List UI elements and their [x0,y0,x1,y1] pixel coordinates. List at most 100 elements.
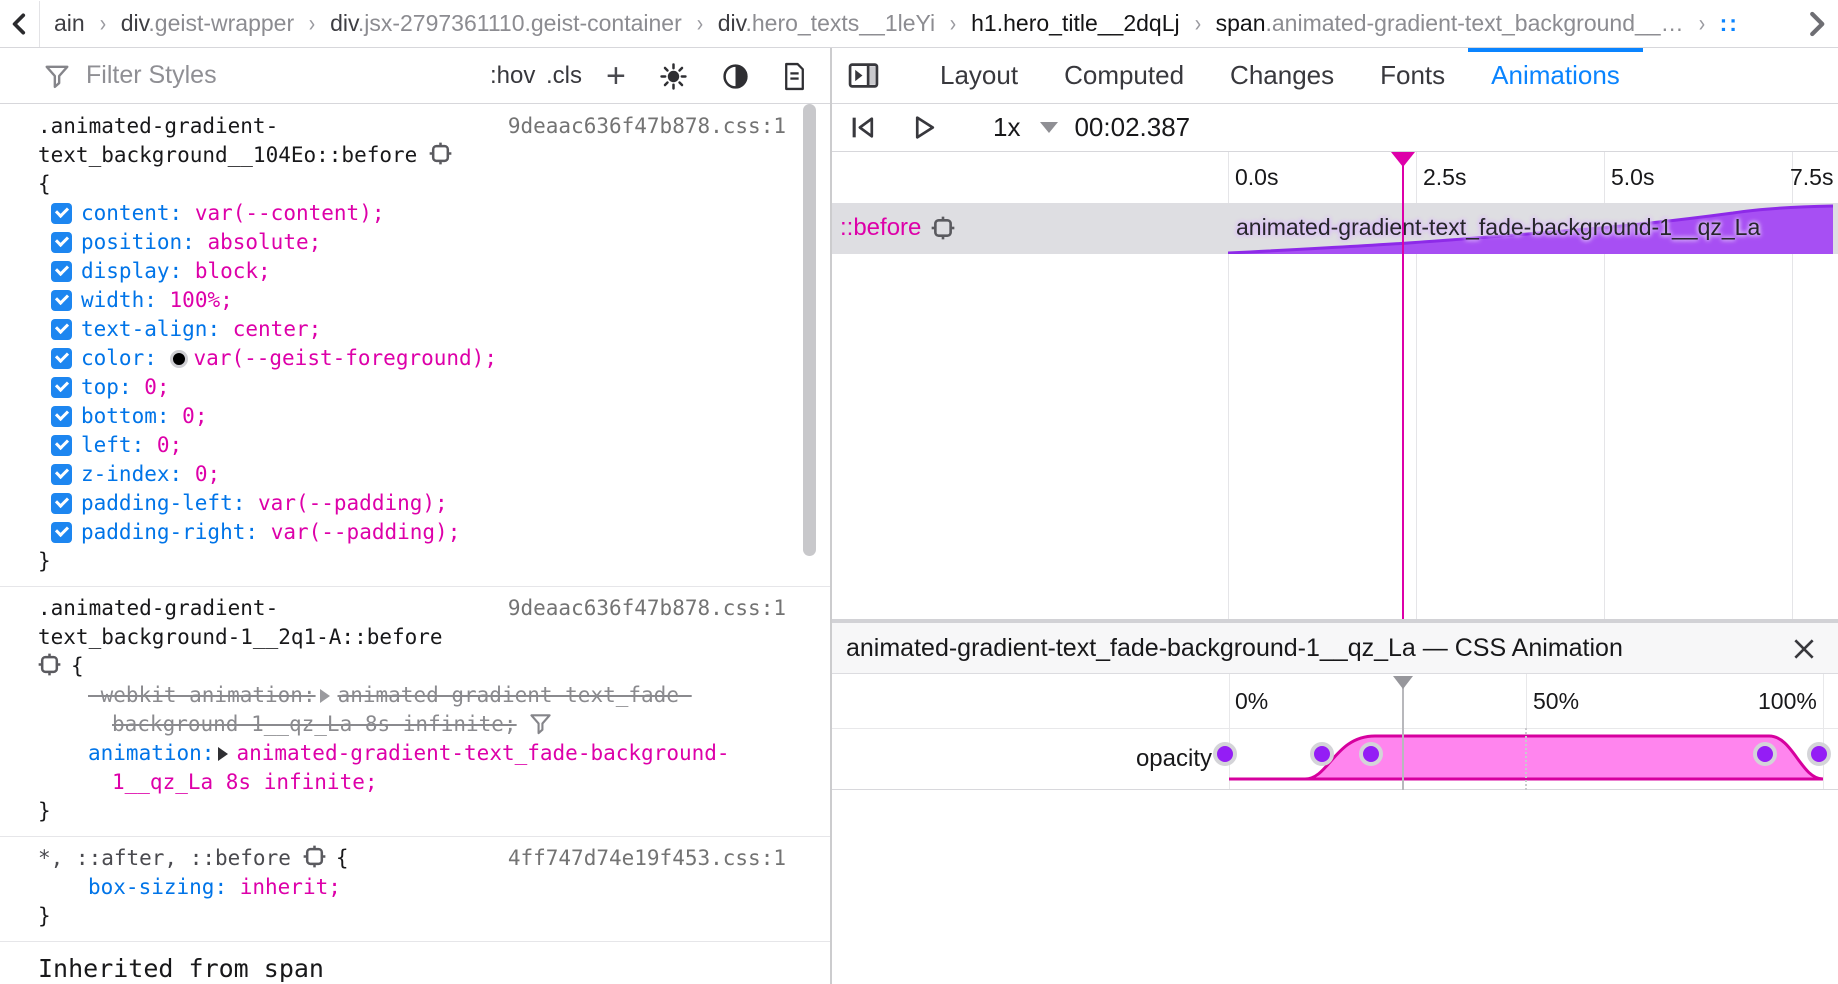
breadcrumb-scroll-left-button[interactable] [0,1,40,47]
timeline-tick: 7.5s [1790,164,1833,191]
property-checkbox[interactable] [51,406,72,427]
breadcrumb-item-pseudo-before[interactable]: :: [1720,10,1739,37]
keyframes-tick: 50% [1533,688,1579,715]
current-time-display: 00:02.387 [1074,112,1190,143]
playback-rate-select[interactable]: 1x [993,112,1020,143]
property-checkbox[interactable] [51,435,72,456]
css-property-row[interactable]: padding-left: var(--padding); [38,489,786,518]
keyframes-scrubber-handle[interactable] [1393,676,1413,689]
css-property-row[interactable]: display: block; [38,257,786,286]
css-property-row-color[interactable]: color: var(--geist-foreground); [38,344,786,373]
timeline-tick: 2.5s [1423,164,1466,191]
property-checkbox[interactable] [51,232,72,253]
filter-styles-input[interactable] [86,61,386,90]
inherited-from-header: Inherited from span [0,942,830,984]
keyframes-tick: 100% [1758,688,1817,715]
css-property-row[interactable]: bottom: 0; [38,402,786,431]
rules-list: .animated-gradient- text_background__104… [0,105,830,984]
css-property-row[interactable]: z-index: 0; [38,460,786,489]
property-checkbox[interactable] [51,290,72,311]
highlight-target-icon[interactable] [931,216,955,240]
expand-sidebar-button[interactable] [848,62,879,89]
panel-divider[interactable] [830,48,832,984]
sun-icon [660,63,687,90]
highlight-target-icon[interactable] [38,653,61,676]
css-property-row-overridden[interactable]: -webkit-animation:animated-gradient-text… [38,681,786,739]
rule-selector[interactable]: .animated-gradient- text_background-1__2… [38,594,443,652]
light-scheme-simulation-button[interactable] [660,48,687,104]
tab-animations[interactable]: Animations [1468,48,1643,104]
breadcrumb-item-geist-wrapper[interactable]: div.geist-wrapper [121,10,294,37]
stylesheet-source-link[interactable]: 9deaac636f47b878.css:1 [508,594,786,623]
tab-layout[interactable]: Layout [917,48,1041,104]
rule-selector[interactable]: *, ::after, ::before{ [38,844,349,873]
expand-shorthand-icon[interactable] [320,689,330,703]
rewind-icon [849,113,878,142]
tab-changes[interactable]: Changes [1207,48,1357,104]
css-property-row[interactable]: box-sizing: inherit; [38,873,786,902]
timeline-scrubber-handle[interactable] [1391,152,1415,167]
stylesheet-source-link[interactable]: 9deaac636f47b878.css:1 [508,112,786,141]
property-checkbox[interactable] [51,377,72,398]
dock-sidebar-icon [848,62,879,89]
styles-scrollbar-thumb[interactable] [803,104,816,556]
css-property-row[interactable]: animation:animated-gradient-text_fade-ba… [38,739,786,797]
keyframe-marker-25pct[interactable] [1359,742,1383,766]
pseudo-class-hover-button[interactable]: :hov [490,48,535,104]
tab-computed[interactable]: Computed [1041,48,1207,104]
dark-scheme-simulation-button[interactable] [722,48,749,104]
add-rule-button[interactable]: + [606,48,626,104]
css-property-row[interactable]: left: 0; [38,431,786,460]
css-property-row[interactable]: padding-right: var(--padding); [38,518,786,547]
stylesheet-source-link[interactable]: 4ff747d74e19f453.css:1 [508,844,786,873]
css-property-row[interactable]: text-align: center; [38,315,786,344]
keyframe-marker-91pct[interactable] [1753,742,1777,766]
filter-styles-box[interactable] [0,61,830,90]
play-icon [910,113,939,142]
breadcrumb-item-hero-texts[interactable]: div.hero_texts__1leYi [718,10,935,37]
css-property-row[interactable]: top: 0; [38,373,786,402]
filter-funnel-icon [44,63,70,89]
timeline-scrubber-line[interactable] [1402,152,1404,619]
animation-detail-title: animated-gradient-text_fade-background-1… [846,634,1623,663]
breadcrumb-separator: › [1698,10,1704,38]
timeline-tick: 5.0s [1611,164,1654,191]
property-checkbox[interactable] [51,203,72,224]
animation-target-label[interactable]: ::before [840,214,955,242]
close-detail-button[interactable] [1790,635,1818,663]
keyframe-marker-0pct[interactable] [1213,742,1237,766]
animation-track-row[interactable]: ::before animated-gradient-text_fade-bac… [832,203,1838,254]
color-swatch[interactable] [170,350,188,368]
breadcrumb-separator: › [100,10,106,38]
property-checkbox[interactable] [51,493,72,514]
property-checkbox[interactable] [51,464,72,485]
tab-fonts[interactable]: Fonts [1357,48,1468,104]
breadcrumb-scroll-right-button[interactable] [1794,1,1838,47]
chevron-down-icon[interactable] [1040,122,1058,133]
breadcrumb-item-main[interactable]: ain [54,10,85,37]
close-icon [1791,636,1817,662]
css-rule-background-before: .animated-gradient- text_background__104… [0,105,830,587]
css-property-row[interactable]: content: var(--content); [38,199,786,228]
keyframe-marker-16pct[interactable] [1310,742,1334,766]
property-checkbox[interactable] [51,319,72,340]
highlight-target-icon[interactable] [429,142,452,165]
expand-shorthand-icon[interactable] [218,747,228,761]
property-checkbox[interactable] [51,522,72,543]
keyframe-marker-100pct[interactable] [1807,742,1831,766]
class-toggle-button[interactable]: .cls [546,48,582,104]
rule-selector[interactable]: .animated-gradient- text_background__104… [38,112,452,170]
highlight-target-icon[interactable] [303,845,326,868]
print-simulation-button[interactable] [782,48,807,104]
overridden-filter-icon[interactable] [529,712,552,735]
css-property-row[interactable]: position: absolute; [38,228,786,257]
breadcrumb-item-geist-container[interactable]: div.jsx-2797361110.geist-container [330,10,682,37]
css-property-row[interactable]: width: 100%; [38,286,786,315]
property-checkbox[interactable] [51,261,72,282]
play-button[interactable] [910,113,939,142]
breadcrumb-item-gradient-span[interactable]: span.animated-gradient-text_background__… [1216,10,1684,37]
property-checkbox[interactable] [51,348,72,369]
breadcrumb-item-hero-title[interactable]: h1.hero_title__2dqLj [971,10,1179,37]
keyframes-scrubber-line[interactable] [1402,688,1404,790]
rewind-button[interactable] [849,113,878,142]
